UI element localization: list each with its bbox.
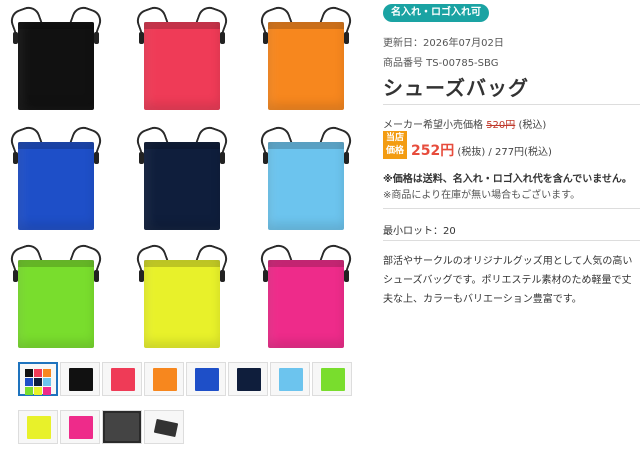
maker-price-value: 520円 bbox=[486, 120, 516, 131]
product-code: 商品番号 TS-00785-SBG bbox=[383, 58, 499, 69]
maker-price-line: メーカー希望小売価格 520円 (税込) bbox=[383, 116, 546, 131]
name-logo-badge: 名入れ・ロゴ入れ可 bbox=[383, 4, 489, 22]
bag-orange-image bbox=[257, 3, 355, 114]
thumb-yellow[interactable] bbox=[18, 410, 58, 444]
thumb-navy[interactable] bbox=[228, 362, 268, 396]
price-separator: / bbox=[485, 147, 495, 158]
maker-price-tax: (税込) bbox=[518, 120, 547, 131]
minimum-lot: 最小ロット：20 bbox=[383, 226, 456, 237]
store-price-tax-ex: (税抜) bbox=[457, 147, 486, 158]
bag-red-image bbox=[133, 3, 231, 114]
thumb-detail-dark[interactable] bbox=[102, 410, 142, 444]
thumb-detail-bag[interactable] bbox=[144, 410, 184, 444]
product-info-panel: 名入れ・ロゴ入れ可 更新日：2026年07月02日 商品番号 TS-00785-… bbox=[383, 0, 640, 451]
product-image-grid bbox=[0, 0, 375, 355]
stock-note: ※商品により在庫が無い場合もございます。 bbox=[383, 190, 581, 201]
thumb-pink[interactable] bbox=[60, 410, 100, 444]
store-price-badge: 当店価格 bbox=[383, 131, 407, 159]
bag-blue-image bbox=[7, 123, 105, 234]
bag-navy-image bbox=[133, 123, 231, 234]
price-note: ※価格は送料、名入れ・ロゴ入れ代を含んでいません。 bbox=[383, 174, 632, 185]
product-description: 部活やサークルのオリジナルグッズ用として人気の高いシューズバッグです。ポリエステ… bbox=[383, 256, 633, 305]
store-price-value: 252円 bbox=[411, 143, 455, 159]
store-price-incl: 277円(税込) bbox=[494, 147, 552, 158]
divider bbox=[383, 240, 640, 241]
thumb-black[interactable] bbox=[60, 362, 100, 396]
thumb-skyblue[interactable] bbox=[270, 362, 310, 396]
divider bbox=[383, 208, 640, 209]
thumb-lime[interactable] bbox=[312, 362, 352, 396]
thumb-color-grid[interactable] bbox=[18, 362, 58, 396]
bag-black-image bbox=[7, 3, 105, 114]
bag-lime-image bbox=[7, 241, 105, 352]
thumbnail-strip bbox=[0, 362, 375, 451]
store-price-line: 252円 (税抜) / 277円(税込) bbox=[411, 140, 552, 160]
thumb-red[interactable] bbox=[102, 362, 142, 396]
updated-date: 更新日：2026年07月02日 bbox=[383, 38, 504, 49]
maker-price-label: メーカー希望小売価格 bbox=[383, 120, 483, 131]
bag-pink-image bbox=[257, 241, 355, 352]
thumb-blue[interactable] bbox=[186, 362, 226, 396]
divider bbox=[383, 104, 640, 105]
thumb-orange[interactable] bbox=[144, 362, 184, 396]
bag-yellow-image bbox=[133, 241, 231, 352]
bag-skyblue-image bbox=[257, 123, 355, 234]
product-title: シューズバッグ bbox=[383, 76, 529, 100]
